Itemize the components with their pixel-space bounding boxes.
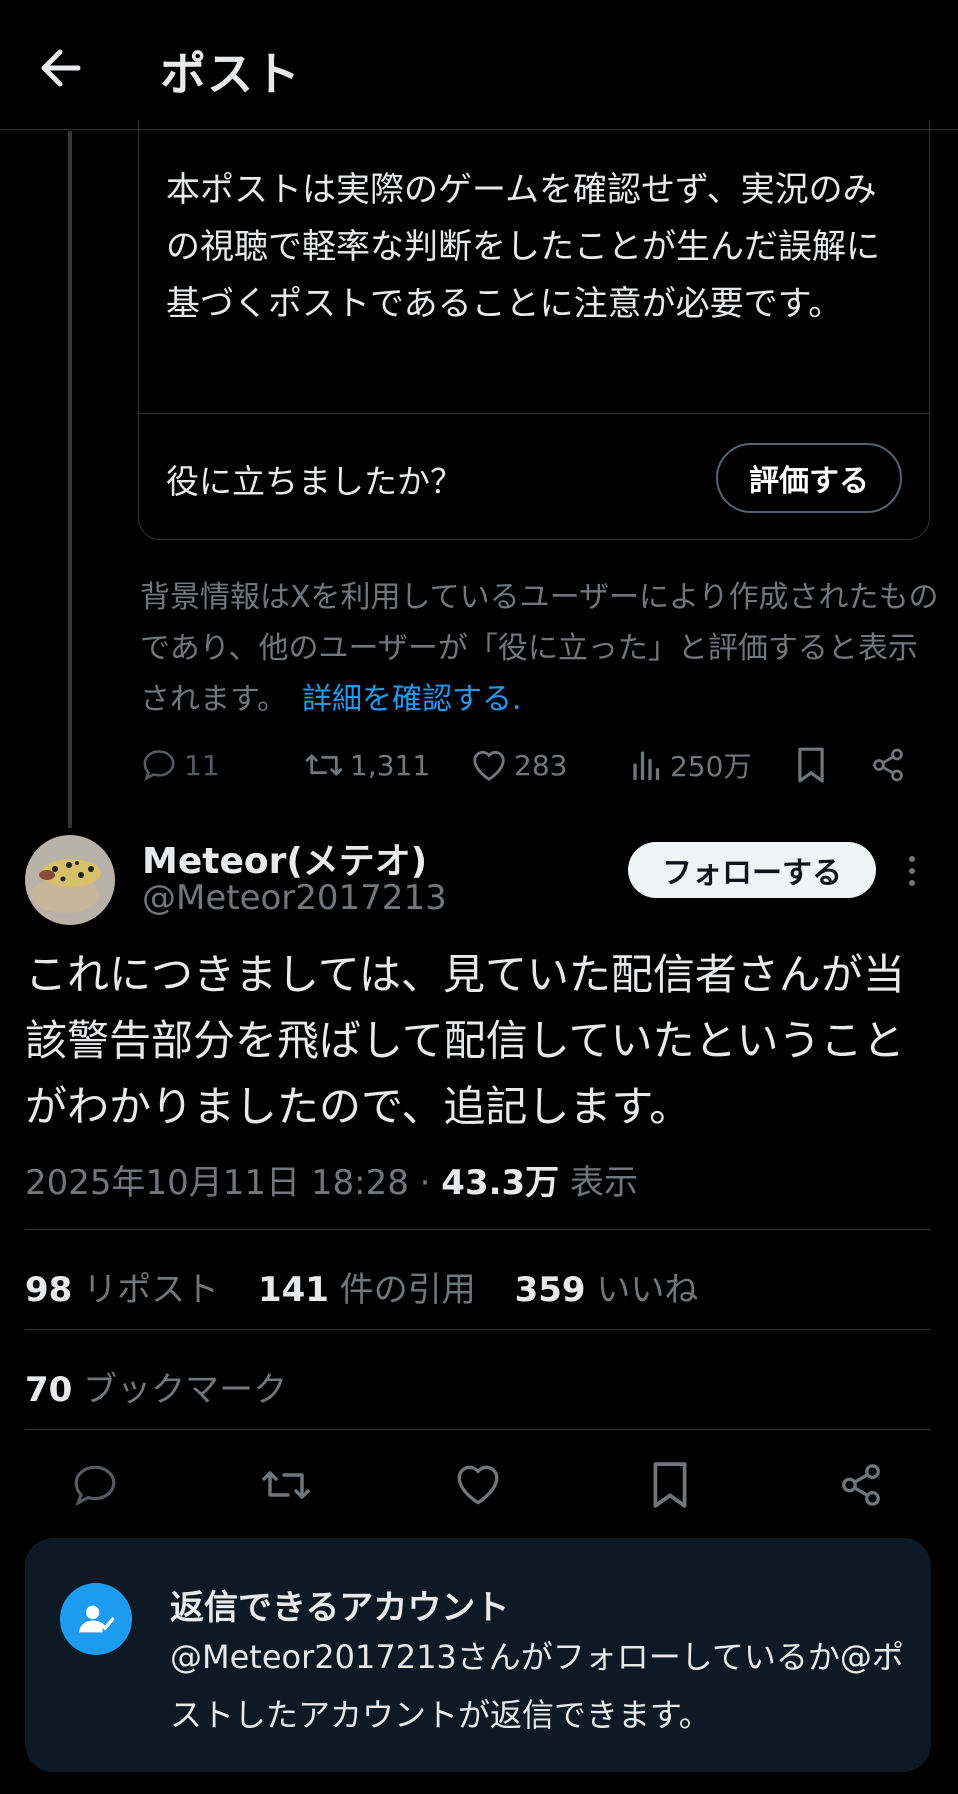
reply-restriction-body: @Meteor2017213さんがフォローしているか@ポストしたアカウントが返信… <box>170 1638 904 1734</box>
reply-button[interactable] <box>70 1460 120 1510</box>
repost-count: 1,311 <box>350 748 431 782</box>
post-bookmark-count: 70 <box>25 1370 73 1410</box>
bookmark-icon <box>795 746 833 784</box>
note-divider <box>139 413 929 414</box>
post-views-label: 表示 <box>570 1163 638 1203</box>
top-bar <box>0 0 958 130</box>
disclaimer-text: 背景情報はXを利用しているユーザーにより作成されたものであり、他のユーザーが「役… <box>140 580 939 717</box>
bookmark-button-prev[interactable] <box>795 740 833 790</box>
heart-icon <box>453 1460 503 1508</box>
post-like-label: いいね <box>596 1270 699 1310</box>
author-name[interactable]: Meteor(メテオ) <box>142 832 427 884</box>
repost-stat[interactable]: 1,311 <box>304 740 430 790</box>
reply-count: 11 <box>184 748 220 782</box>
reply-restriction-title: 返信できるアカウント <box>170 1588 510 1628</box>
divider <box>25 1229 931 1230</box>
follow-button[interactable]: フォローする <box>628 842 876 898</box>
bookmark-count-link[interactable]: 70 ブックマーク <box>25 1362 287 1411</box>
repost-icon <box>260 1460 310 1510</box>
reply-icon <box>140 746 184 784</box>
views-count: 250万 <box>670 750 752 783</box>
repost-button[interactable] <box>260 1460 310 1510</box>
like-count: 283 <box>514 748 568 782</box>
bookmark-icon <box>648 1460 698 1510</box>
quote-count-link[interactable]: 141 件の引用 <box>258 1270 476 1310</box>
post-quote-count: 141 <box>257 1270 329 1310</box>
post-repost-label: リポスト <box>83 1270 220 1310</box>
post-bookmark-label: ブックマーク <box>83 1370 288 1410</box>
post-views-count: 43.3万 <box>441 1163 560 1203</box>
share-button-prev[interactable] <box>870 740 912 790</box>
post-meta: 2025年10月11日 18:28 · 43.3万 表示 <box>25 1155 638 1204</box>
details-link-suffix: . <box>512 682 522 717</box>
post-quote-label: 件の引用 <box>339 1270 476 1310</box>
back-arrow-icon[interactable] <box>38 46 86 90</box>
like-count-link[interactable]: 359 いいね <box>515 1270 699 1310</box>
views-stat[interactable]: 250万 <box>630 740 751 790</box>
reply-stat[interactable]: 11 <box>140 740 220 790</box>
bookmark-button[interactable] <box>648 1460 698 1510</box>
engagement-counts: 98 リポスト 141 件の引用 359 いいね <box>25 1262 726 1311</box>
user-check-icon <box>60 1583 132 1655</box>
repost-count-link[interactable]: 98 リポスト <box>25 1270 219 1310</box>
details-link[interactable]: 詳細を確認する <box>302 682 512 717</box>
thread-line <box>68 131 72 828</box>
share-icon <box>838 1460 888 1510</box>
divider <box>25 1329 931 1330</box>
author-handle[interactable]: @Meteor2017213 <box>142 878 447 918</box>
divider <box>25 1429 931 1430</box>
like-stat[interactable]: 283 <box>470 740 567 790</box>
share-button[interactable] <box>838 1460 888 1510</box>
more-options-icon[interactable] <box>896 852 928 890</box>
reply-icon <box>70 1460 120 1510</box>
page-title: ポスト <box>160 47 301 101</box>
share-icon <box>870 746 912 784</box>
bar-chart-icon <box>630 747 670 783</box>
heart-icon <box>470 747 514 783</box>
post-like-count: 359 <box>514 1270 586 1310</box>
helpful-question: 役に立ちましたか？ <box>166 462 463 501</box>
community-note-text: 本ポストは実際のゲームを確認せず、実況のみの視聴で軽率な判断をしたことが生んだ誤… <box>166 170 880 324</box>
rate-button[interactable]: 評価する <box>716 443 902 513</box>
note-disclaimer: 背景情報はXを利用しているユーザーにより作成されたものであり、他のユーザーが「役… <box>140 572 940 725</box>
repost-icon <box>304 746 350 784</box>
post-timestamp[interactable]: 2025年10月11日 18:28 <box>25 1163 409 1203</box>
avatar[interactable] <box>25 835 115 925</box>
like-button[interactable] <box>453 1460 503 1510</box>
post-text: これにつきましては、見ていた配信者さんが当該警告部分を飛ばして配信していたという… <box>25 950 905 1131</box>
post-repost-count: 98 <box>25 1270 73 1310</box>
meta-separator: · <box>419 1163 431 1203</box>
